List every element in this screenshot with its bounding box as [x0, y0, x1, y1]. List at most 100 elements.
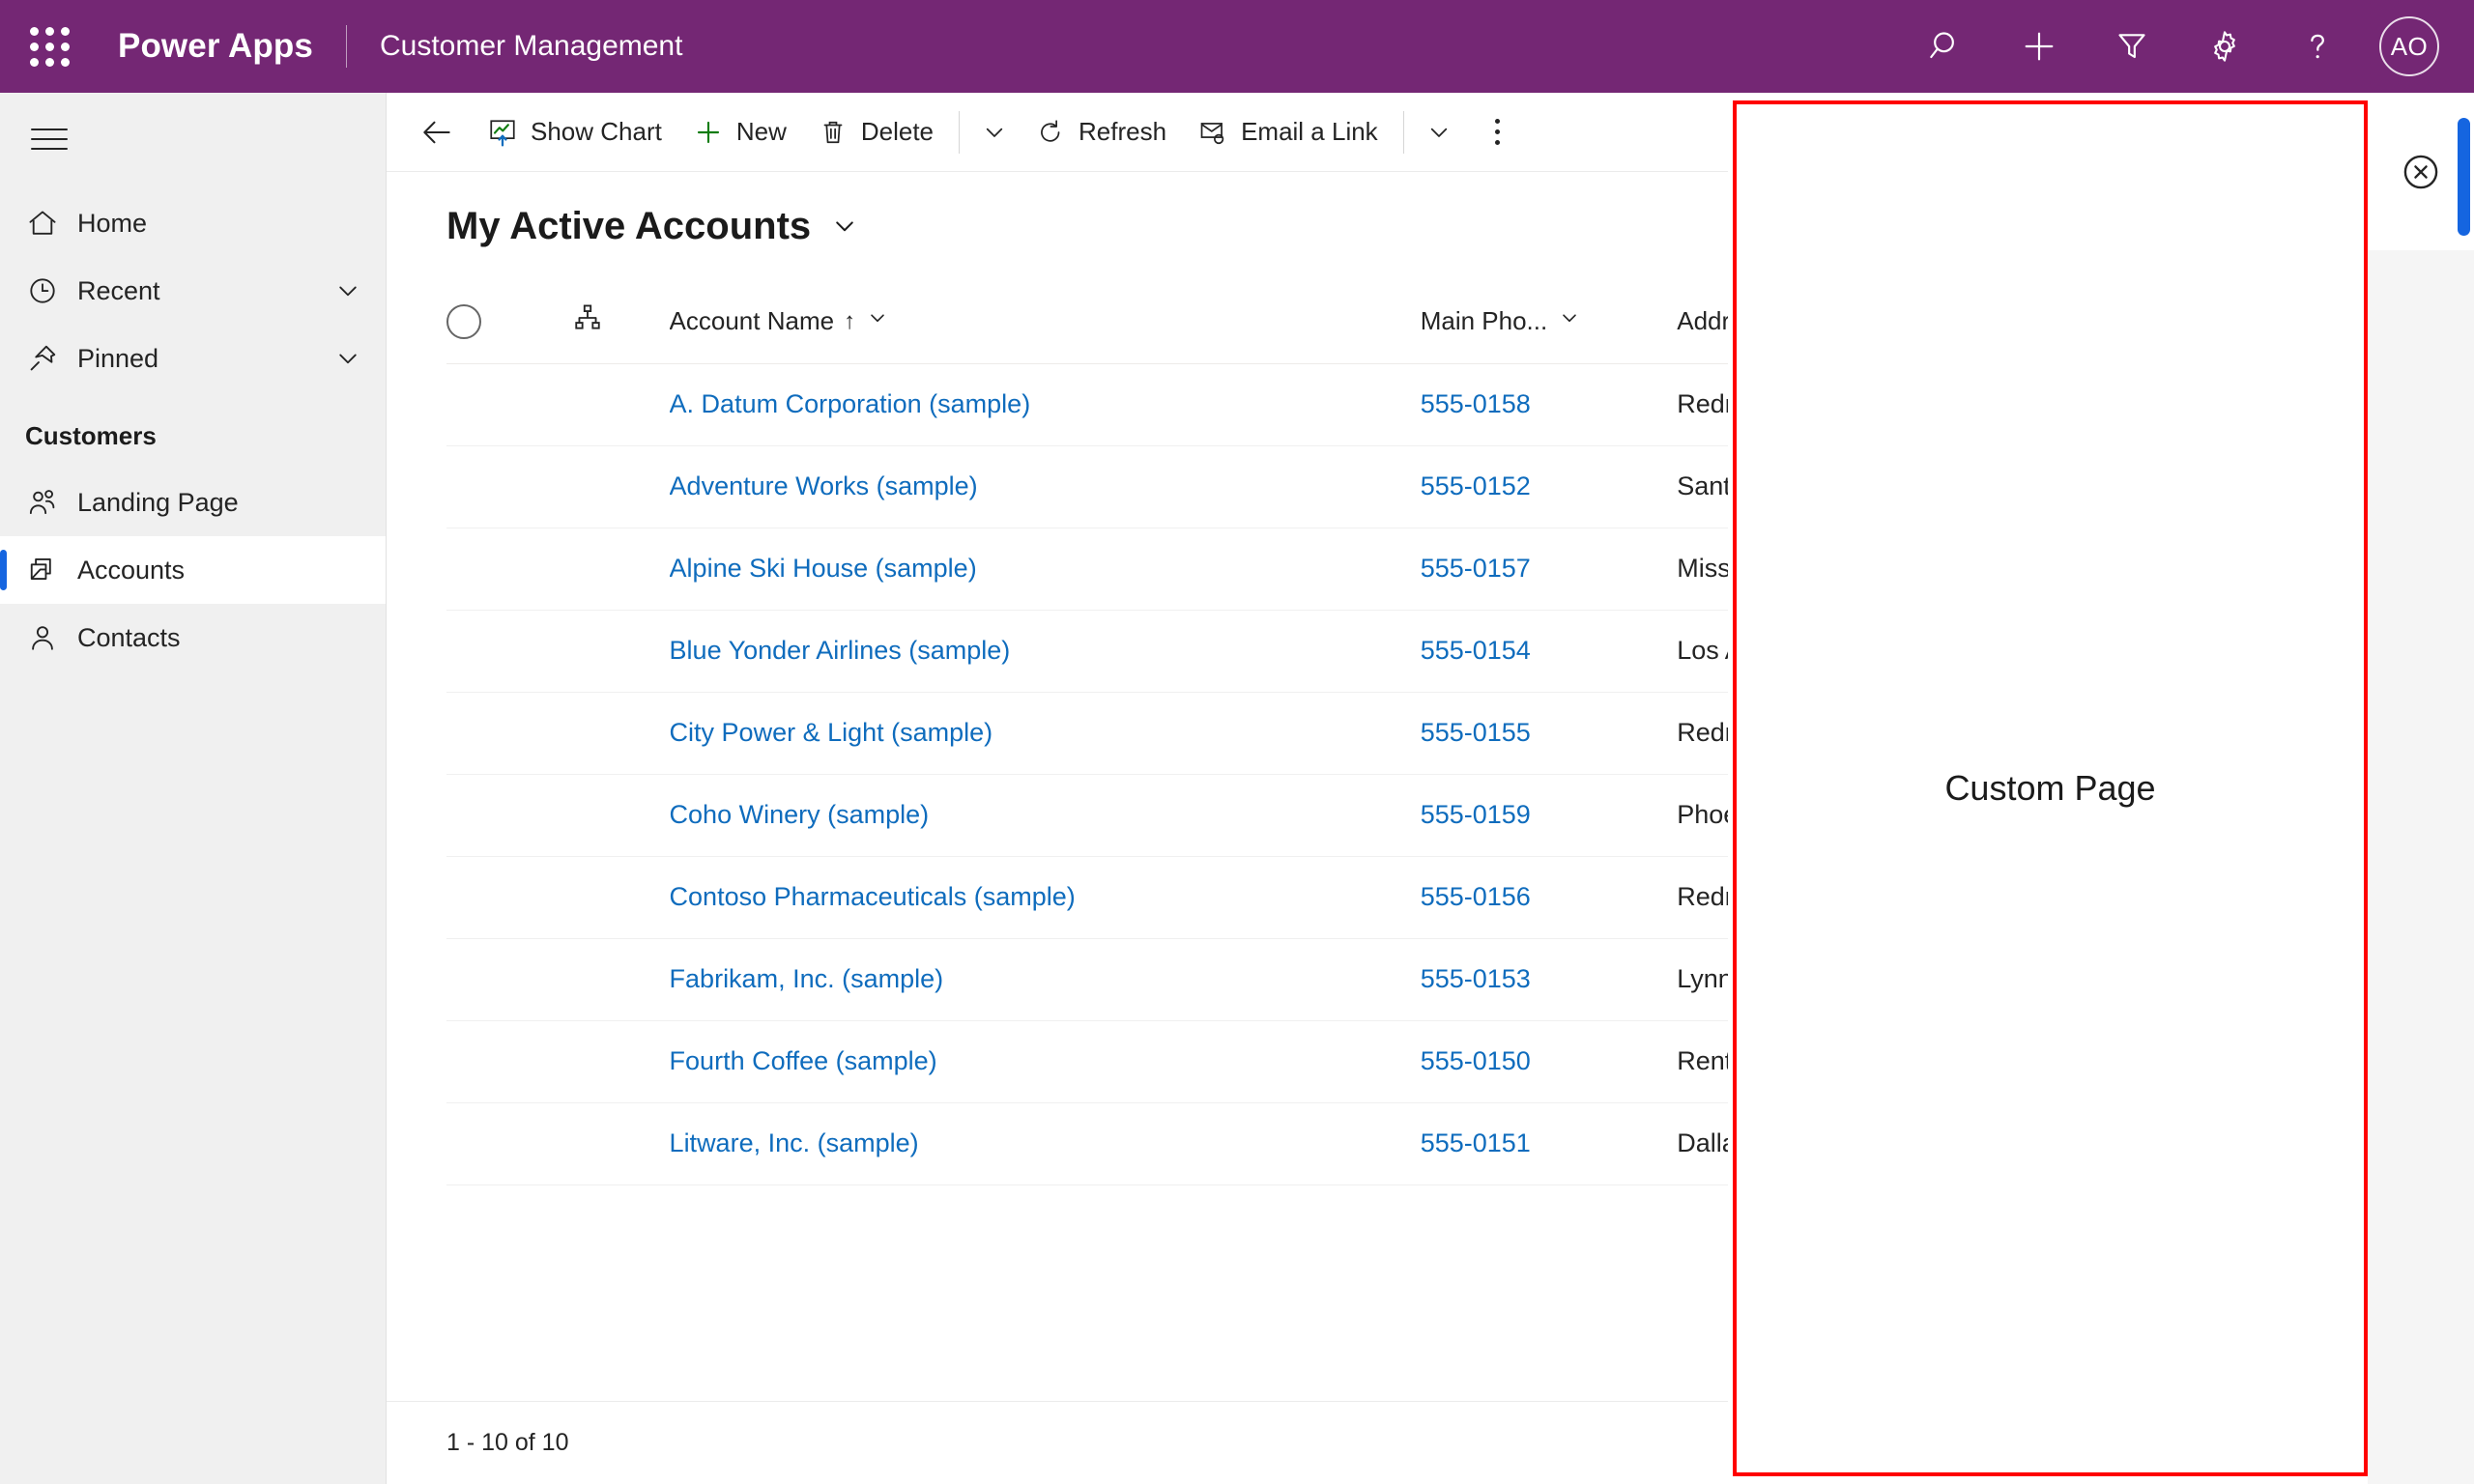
row-select[interactable] [446, 692, 572, 775]
phone-link[interactable]: 555-0157 [1421, 554, 1531, 583]
chevron-down-icon[interactable] [331, 274, 364, 307]
select-all-checkbox[interactable] [446, 303, 481, 339]
hamburger-icon[interactable] [8, 100, 91, 178]
account-name-link[interactable]: Coho Winery (sample) [670, 800, 930, 829]
show-chart-button[interactable]: Show Chart [472, 98, 677, 167]
header-divider [345, 25, 347, 68]
chevron-down-icon[interactable] [865, 305, 890, 337]
row-hierarchy [571, 363, 670, 446]
phone-link[interactable]: 555-0158 [1421, 389, 1531, 418]
help-icon[interactable] [2271, 0, 2364, 93]
accounts-icon [25, 553, 77, 587]
phone-link[interactable]: 555-0154 [1421, 636, 1531, 665]
row-hierarchy [571, 1020, 670, 1103]
row-select[interactable] [446, 856, 572, 939]
view-selector-label[interactable]: My Active Accounts [446, 205, 811, 248]
close-circle-icon[interactable] [2396, 147, 2446, 197]
row-select[interactable] [446, 938, 572, 1021]
new-label: New [735, 117, 787, 146]
chevron-down-icon[interactable] [1557, 305, 1582, 337]
account-name-link[interactable]: Litware, Inc. (sample) [670, 1128, 919, 1157]
custom-page-frame: Custom Page [1733, 100, 2368, 1476]
email-link-icon [1197, 117, 1228, 148]
phone-link[interactable]: 555-0151 [1421, 1128, 1531, 1157]
back-arrow-icon[interactable] [402, 98, 472, 167]
cell-main-phone: 555-0157 [1420, 528, 1678, 611]
row-select[interactable] [446, 610, 572, 693]
cell-account-name: Fourth Coffee (sample) [669, 1020, 1421, 1103]
record-count: 1 - 10 of 10 [446, 1429, 569, 1456]
column-header-main-phone[interactable]: Main Pho... [1420, 280, 1678, 364]
account-name-link[interactable]: Fourth Coffee (sample) [670, 1046, 937, 1075]
phone-link[interactable]: 555-0152 [1421, 471, 1531, 500]
sidebar-item-landing-page[interactable]: Landing Page [0, 469, 386, 536]
account-name-link[interactable]: Blue Yonder Airlines (sample) [670, 636, 1011, 665]
cell-account-name: Fabrikam, Inc. (sample) [669, 938, 1421, 1021]
phone-link[interactable]: 555-0155 [1421, 718, 1531, 747]
email-a-link-label: Email a Link [1241, 117, 1378, 146]
phone-link[interactable]: 555-0159 [1421, 800, 1531, 829]
row-select[interactable] [446, 1102, 572, 1185]
column-header-account-name[interactable]: Account Name ↑ [669, 280, 1421, 364]
hierarchy-icon[interactable] [572, 304, 603, 339]
sidebar-item-recent[interactable]: Recent [0, 257, 386, 325]
account-name-link[interactable]: City Power & Light (sample) [670, 718, 993, 747]
row-select[interactable] [446, 528, 572, 611]
cell-account-name: Blue Yonder Airlines (sample) [669, 610, 1421, 693]
sidebar-item-label: Accounts [77, 555, 186, 585]
account-name-link[interactable]: Fabrikam, Inc. (sample) [670, 964, 944, 993]
phone-link[interactable]: 555-0153 [1421, 964, 1531, 993]
cell-account-name: City Power & Light (sample) [669, 692, 1421, 775]
cell-account-name: Alpine Ski House (sample) [669, 528, 1421, 611]
panel-scrollbar-thumb[interactable] [2458, 118, 2470, 236]
row-select[interactable] [446, 363, 572, 446]
sidebar-item-label: Home [77, 208, 148, 238]
chevron-down-icon[interactable] [1414, 98, 1464, 167]
sidebar-item-contacts[interactable]: Contacts [0, 604, 386, 671]
cell-main-phone: 555-0153 [1420, 938, 1678, 1021]
gear-icon[interactable] [2178, 0, 2271, 93]
more-vertical-icon[interactable] [1470, 98, 1526, 167]
app-body: Home Recent Pinned Customers Landing Pag… [0, 93, 2474, 1484]
phone-link[interactable]: 555-0150 [1421, 1046, 1531, 1075]
sidebar: Home Recent Pinned Customers Landing Pag… [0, 93, 387, 1484]
cell-main-phone: 555-0152 [1420, 445, 1678, 528]
account-name-link[interactable]: Contoso Pharmaceuticals (sample) [670, 882, 1076, 911]
email-a-link-button[interactable]: Email a Link [1182, 98, 1394, 167]
chevron-down-icon[interactable] [828, 210, 861, 243]
sidebar-item-label: Landing Page [77, 487, 239, 517]
refresh-button[interactable]: Refresh [1020, 98, 1182, 167]
app-name: Customer Management [379, 30, 683, 62]
row-hierarchy [571, 528, 670, 611]
account-name-link[interactable]: A. Datum Corporation (sample) [670, 389, 1031, 418]
sidebar-item-home[interactable]: Home [0, 189, 386, 257]
row-select[interactable] [446, 774, 572, 857]
account-name-link[interactable]: Adventure Works (sample) [670, 471, 978, 500]
phone-link[interactable]: 555-0156 [1421, 882, 1531, 911]
sidebar-item-pinned[interactable]: Pinned [0, 325, 386, 392]
top-header-bar: Power Apps Customer Management AO [0, 0, 2474, 93]
hierarchy-header [571, 280, 670, 364]
app-launcher-icon[interactable] [21, 18, 77, 74]
sidebar-item-accounts[interactable]: Accounts [0, 536, 386, 604]
filter-icon[interactable] [2086, 0, 2178, 93]
row-hierarchy [571, 774, 670, 857]
new-button[interactable]: New [677, 98, 802, 167]
cell-main-phone: 555-0158 [1420, 363, 1678, 446]
cell-account-name: Contoso Pharmaceuticals (sample) [669, 856, 1421, 939]
pin-icon [25, 341, 77, 376]
chevron-down-icon[interactable] [331, 342, 364, 375]
cell-main-phone: 555-0155 [1420, 692, 1678, 775]
delete-button[interactable]: Delete [802, 98, 949, 167]
account-name-link[interactable]: Alpine Ski House (sample) [670, 554, 977, 583]
clock-icon [25, 273, 77, 308]
search-icon[interactable] [1900, 0, 1993, 93]
row-select[interactable] [446, 1020, 572, 1103]
brand-title[interactable]: Power Apps [118, 27, 313, 66]
row-select[interactable] [446, 445, 572, 528]
avatar[interactable]: AO [2379, 16, 2439, 76]
chevron-down-icon[interactable] [969, 98, 1020, 167]
plus-icon[interactable] [1993, 0, 2086, 93]
sort-ascending-icon: ↑ [844, 307, 856, 334]
header-icon-group: AO [1900, 0, 2439, 93]
